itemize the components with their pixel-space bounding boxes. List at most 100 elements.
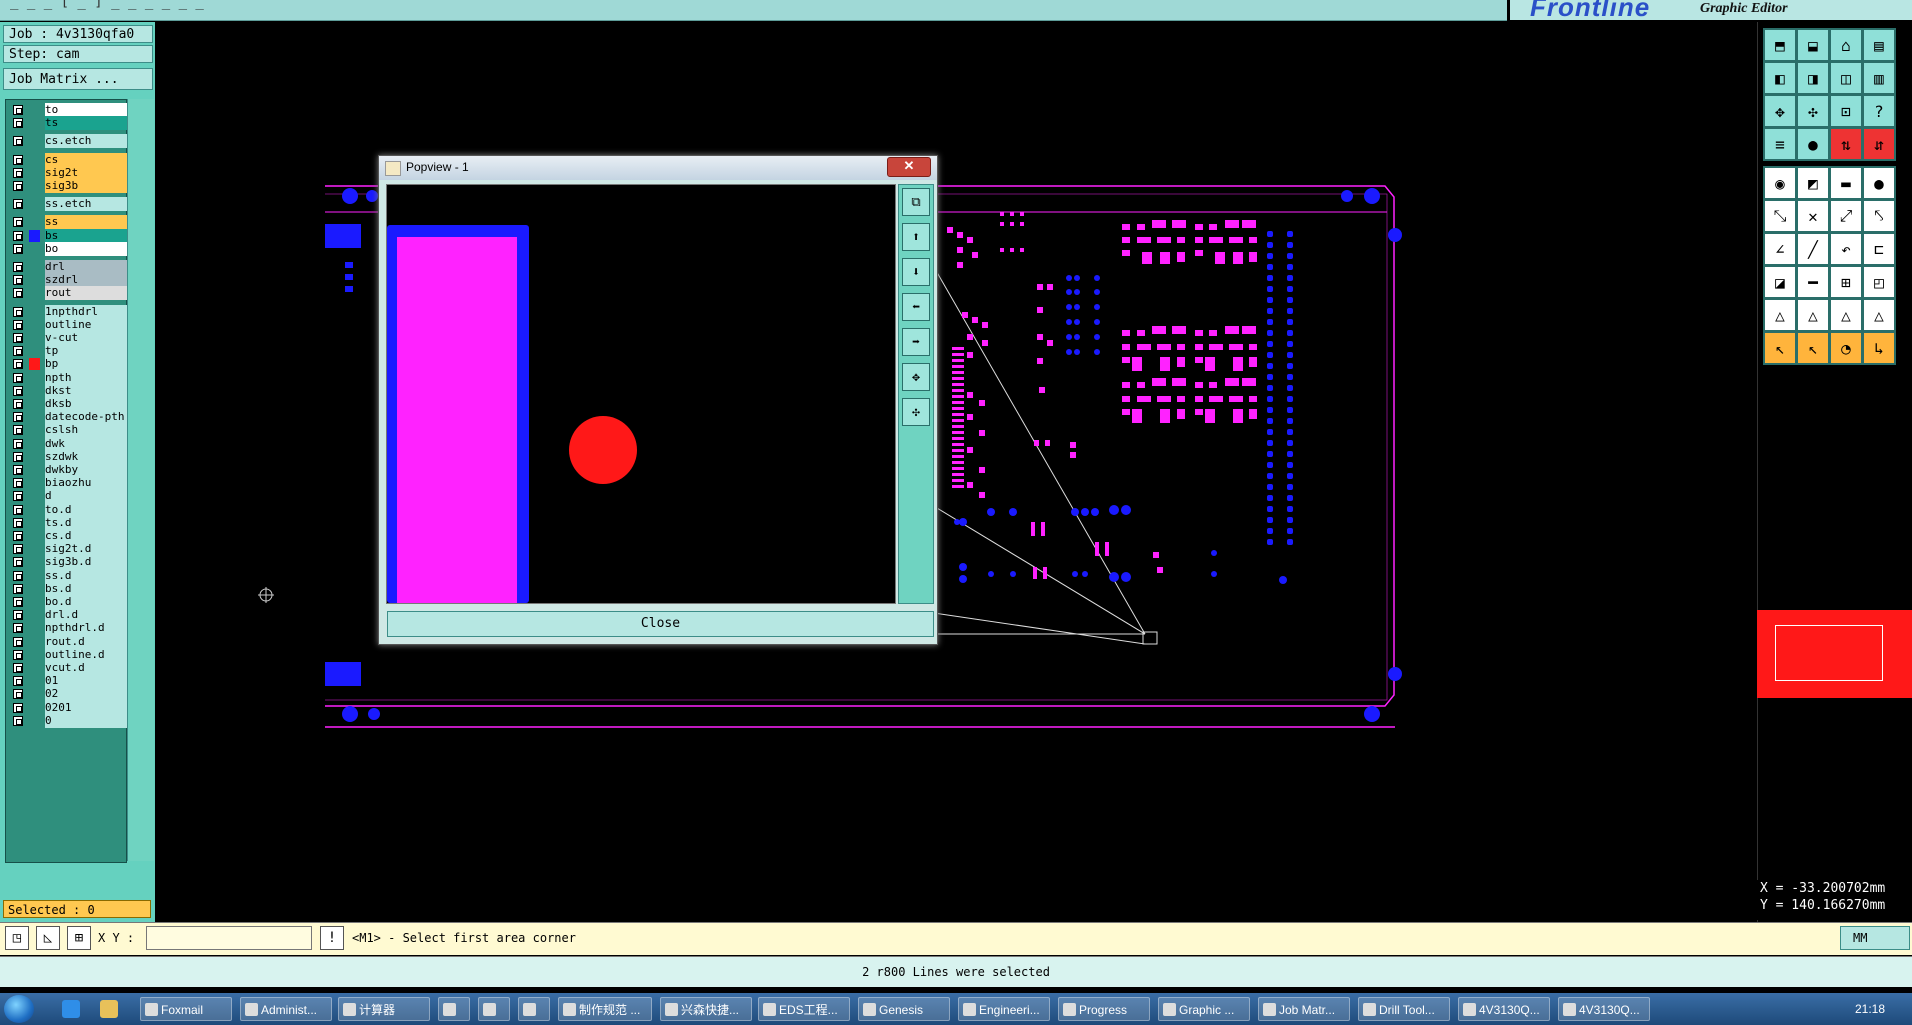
layer-row[interactable]: bs.d <box>9 581 130 596</box>
layer-checkbox[interactable] <box>13 372 23 383</box>
layer-row[interactable]: ss <box>9 215 130 230</box>
layer-row[interactable]: bp <box>9 357 130 372</box>
layer-row[interactable]: sig3b <box>9 179 130 193</box>
snap-icon[interactable]: ◳ <box>5 926 29 950</box>
zoom-in-icon[interactable]: ✥ <box>902 363 930 391</box>
copy-icon[interactable]: ⇵ <box>1862 127 1896 161</box>
layer-row[interactable]: ss.d <box>9 568 130 583</box>
ie-icon[interactable] <box>62 1000 80 1018</box>
layer-row[interactable]: ts.d <box>9 515 130 530</box>
layer-row[interactable]: dwkby <box>9 463 130 477</box>
info-icon[interactable]: ! <box>320 926 344 950</box>
layer-checkbox[interactable] <box>13 597 23 607</box>
layer-row[interactable]: drl <box>9 260 130 274</box>
point-icon[interactable]: ● <box>1796 127 1830 161</box>
layer-checkbox[interactable] <box>13 275 23 286</box>
window-icon[interactable]: ▤ <box>1862 28 1896 62</box>
layer-checkbox[interactable] <box>13 517 23 528</box>
layer-row[interactable]: outline <box>9 317 130 332</box>
layer-checkbox[interactable] <box>13 583 23 594</box>
popview-close-button[interactable]: Close <box>387 611 934 637</box>
layer-row[interactable]: v-cut <box>9 331 130 345</box>
pan-down-icon[interactable]: ⬇ <box>902 258 930 286</box>
layer-checkbox[interactable] <box>13 504 23 515</box>
layer-row[interactable]: dwk <box>9 436 130 451</box>
layer-row[interactable]: vcut.d <box>9 661 130 675</box>
triangle-icon[interactable]: △ <box>1829 298 1863 332</box>
measure-icon[interactable]: ◺ <box>36 926 60 950</box>
layer-checkbox[interactable] <box>13 199 23 210</box>
rotate-icon[interactable]: ◔ <box>1829 331 1863 365</box>
popview-viewport[interactable] <box>386 184 896 604</box>
triangle-icon[interactable]: △ <box>1862 298 1896 332</box>
taskbar-item[interactable]: Genesis <box>858 997 950 1021</box>
layer-checkbox[interactable] <box>13 412 23 423</box>
taskbar-item[interactable]: 4V3130Q... <box>1458 997 1550 1021</box>
pan-left-icon[interactable]: ◧ <box>1763 61 1797 95</box>
select-icon[interactable]: ≡ <box>1763 127 1797 161</box>
pad-icon[interactable]: ◉ <box>1763 166 1797 200</box>
layer-row[interactable]: npth <box>9 370 130 385</box>
folder-icon[interactable] <box>100 1000 118 1018</box>
layer-row[interactable]: sig2t.d <box>9 542 130 557</box>
layer-checkbox[interactable] <box>13 478 23 489</box>
taskbar-item[interactable]: Foxmail <box>140 997 232 1021</box>
layer-checkbox[interactable] <box>13 676 23 687</box>
menu-strip[interactable]: _ _ _ [ _ ] _ _ _ _ _ _ <box>10 0 204 10</box>
zoom-out-icon[interactable]: ✣ <box>902 398 930 426</box>
help-icon[interactable]: ? <box>1862 94 1896 128</box>
job-matrix-button[interactable]: Job Matrix ... <box>3 68 153 90</box>
layer-row[interactable]: tp <box>9 344 130 359</box>
zoom-in-icon[interactable]: ✥ <box>1763 94 1797 128</box>
layer-checkbox[interactable] <box>13 570 23 581</box>
layer-checkbox[interactable] <box>13 425 23 436</box>
layer-row[interactable]: bo <box>9 241 130 256</box>
layer-row[interactable]: cs <box>9 152 130 167</box>
taskbar-item[interactable]: 兴森快捷... <box>660 997 752 1021</box>
layer-checkbox[interactable] <box>13 118 23 129</box>
layer-row[interactable]: outline.d <box>9 647 130 662</box>
pan-up-icon[interactable]: ⬆ <box>902 223 930 251</box>
layer-checkbox[interactable] <box>13 217 23 228</box>
shape-icon[interactable]: ◰ <box>1862 265 1896 299</box>
layer-checkbox[interactable] <box>13 319 23 330</box>
layer-checkbox[interactable] <box>13 333 23 343</box>
layer-checkbox[interactable] <box>13 167 23 178</box>
layer-checkbox[interactable] <box>13 623 23 634</box>
layer-checkbox[interactable] <box>13 306 23 317</box>
layer-row[interactable]: 01 <box>9 674 130 689</box>
grid-icon[interactable]: ⊞ <box>1829 265 1863 299</box>
layer-checkbox[interactable] <box>13 346 23 357</box>
layer-row[interactable]: npthdrl.d <box>9 621 130 636</box>
pointer-icon[interactable]: ↖ <box>1796 331 1830 365</box>
taskbar-item[interactable]: Progress <box>1058 997 1150 1021</box>
window-close-button[interactable]: ✕ <box>887 157 931 177</box>
layer-checkbox[interactable] <box>13 136 23 147</box>
taskbar-item[interactable]: 4V3130Q... <box>1558 997 1650 1021</box>
move-icon[interactable]: ⇅ <box>1829 127 1863 161</box>
slash-icon[interactable]: ╱ <box>1796 232 1830 266</box>
layer-checkbox[interactable] <box>13 715 23 726</box>
layer-row[interactable]: bo.d <box>9 595 130 609</box>
line-icon[interactable]: ▬ <box>1829 166 1863 200</box>
taskbar-item[interactable] <box>438 997 470 1021</box>
layer-row[interactable]: d <box>9 489 130 504</box>
layer-row[interactable]: szdrl <box>9 273 130 288</box>
pointer-icon[interactable]: ↖ <box>1763 331 1797 365</box>
layer-checkbox[interactable] <box>13 359 23 370</box>
taskbar-item[interactable]: 制作规范 ... <box>558 997 652 1021</box>
layer-checkbox[interactable] <box>13 491 23 502</box>
start-button[interactable] <box>4 995 34 1023</box>
layer-checkbox[interactable] <box>13 702 23 713</box>
angle-icon[interactable]: ∠ <box>1763 232 1797 266</box>
path-icon[interactable]: ↳ <box>1862 331 1896 365</box>
feature-icon[interactable]: ◪ <box>1763 265 1797 299</box>
layer-row[interactable]: to.d <box>9 502 130 517</box>
units-select[interactable]: MM <box>1840 926 1910 950</box>
layer-checkbox[interactable] <box>13 243 23 254</box>
layer-checkbox[interactable] <box>13 105 23 115</box>
scale-icon[interactable]: ⊡ <box>1829 94 1863 128</box>
layer-checkbox[interactable] <box>13 544 23 555</box>
layer-checkbox[interactable] <box>13 610 23 621</box>
layer-checkbox[interactable] <box>13 181 23 191</box>
